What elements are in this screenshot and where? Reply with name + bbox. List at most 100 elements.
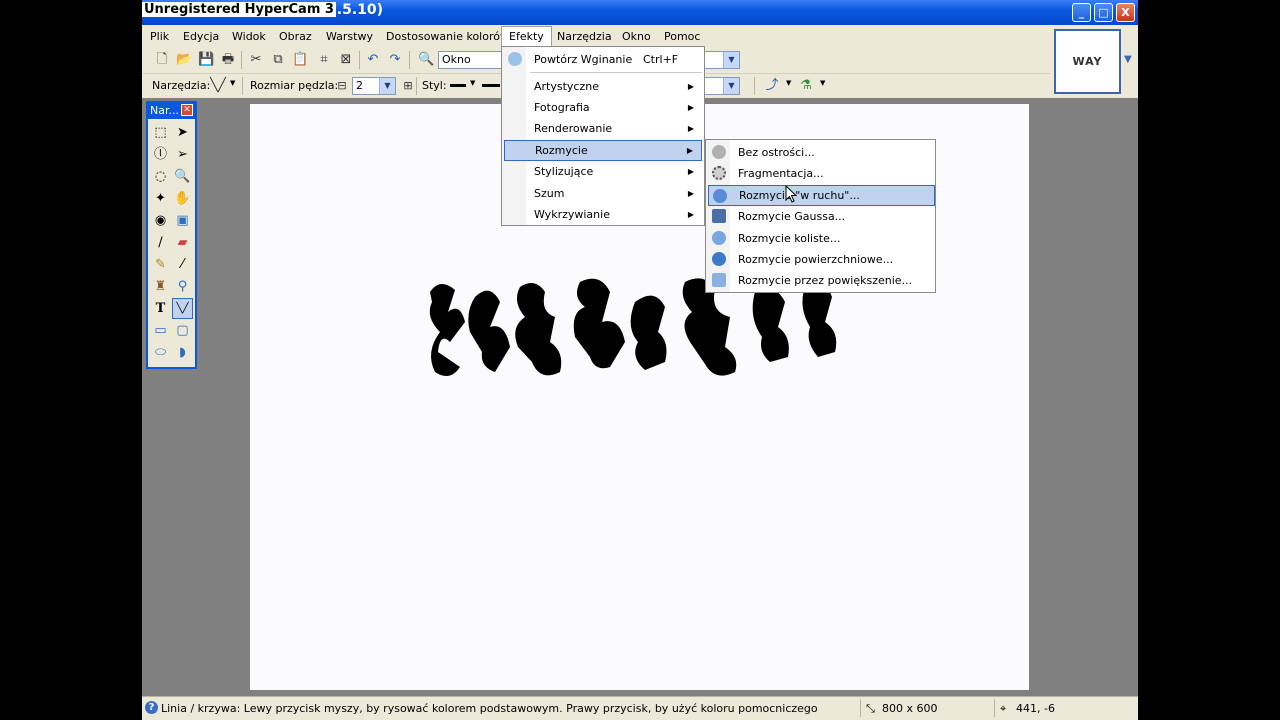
pencil-icon[interactable]: ✎ <box>150 254 171 275</box>
fragment-icon <box>712 166 726 180</box>
menu-okno[interactable]: Okno <box>615 26 658 47</box>
submenu-item-rozmycie-przez-powiekszenie[interactable]: Rozmycie przez powiększenie... <box>708 270 933 291</box>
rectangle-icon[interactable]: ▭ <box>150 320 171 341</box>
submenu-item-fragmentacja[interactable]: Fragmentacja... <box>708 163 933 184</box>
new-file-icon[interactable]: 🗋 <box>154 52 170 68</box>
copy-icon[interactable]: ⧉ <box>270 52 286 68</box>
tools-window: Nar... ✕ ⬚ ➤ ⓛ ➢ ◌ 🔍 ✦ ✋ ◉ ▣ ∕ ▰ ✎ ⁄ ♜ ⚲… <box>146 101 197 369</box>
chevron-right-icon: ▶ <box>687 103 694 112</box>
antialias-flask-icon[interactable]: ⚗ <box>798 78 814 94</box>
cut-icon[interactable]: ✂ <box>248 52 264 68</box>
zoom-select[interactable]: Okno <box>438 51 502 69</box>
move-selection-icon[interactable]: ➤ <box>172 122 193 143</box>
menu-item-label: Rozmycie <box>535 144 588 157</box>
brush-size-input[interactable]: 2 ▼ <box>352 77 396 95</box>
image-thumbnail[interactable]: WAY <box>1054 29 1121 94</box>
save-icon[interactable]: 💾 <box>198 52 214 68</box>
clone-stamp-icon[interactable]: ♜ <box>150 276 171 297</box>
menu-item-renderowanie[interactable]: Renderowanie ▶ <box>504 118 702 139</box>
line-curve-icon[interactable]: ╲╱ <box>210 78 226 94</box>
line-style-icon[interactable] <box>450 84 466 87</box>
menu-warstwy[interactable]: Warstwy <box>319 26 380 47</box>
chevron-down-icon[interactable]: ▼ <box>470 79 475 87</box>
undo-icon[interactable]: ↶ <box>365 52 381 68</box>
menu-item-szum[interactable]: Szum ▶ <box>504 183 702 204</box>
toolbar-separator <box>242 77 243 95</box>
submenu-item-rozmycie-powierzchniowe[interactable]: Rozmycie powierzchniowe... <box>708 249 933 270</box>
print-icon[interactable]: 🖶 <box>220 52 236 68</box>
curve-shape-icon[interactable]: ⤴ <box>764 78 780 94</box>
line-dash-icon[interactable] <box>482 84 500 87</box>
close-button[interactable]: X <box>1116 3 1135 22</box>
unfocus-icon <box>712 145 726 159</box>
chevron-down-icon[interactable]: ▼ <box>723 52 739 68</box>
color-picker-icon[interactable]: ⁄ <box>172 254 193 275</box>
line-curve-icon[interactable]: ╲╱ <box>172 298 193 319</box>
ellipse-icon[interactable]: ⬭ <box>150 342 171 363</box>
menu-obraz[interactable]: Obraz <box>272 26 319 47</box>
gradient-icon[interactable]: ▣ <box>172 210 193 231</box>
chevron-right-icon: ▶ <box>687 210 694 219</box>
chevron-down-icon[interactable]: ▼ <box>1124 54 1132 65</box>
close-icon[interactable]: ✕ <box>181 104 193 116</box>
menu-item-rozmycie[interactable]: Rozmycie ▶ <box>504 140 702 161</box>
move-selected-icon[interactable]: ➢ <box>172 144 193 165</box>
decrease-icon[interactable]: ⊟ <box>334 78 350 94</box>
menu-item-fotografia[interactable]: Fotografia ▶ <box>504 97 702 118</box>
deselect-icon[interactable]: ⊠ <box>338 52 354 68</box>
ellipse-select-icon[interactable]: ◌ <box>150 166 171 187</box>
eraser-icon[interactable]: ▰ <box>172 232 193 253</box>
maximize-button[interactable]: □ <box>1094 3 1113 22</box>
menu-widok[interactable]: Widok <box>225 26 273 47</box>
recolor-icon[interactable]: ⚲ <box>172 276 193 297</box>
zoom-icon[interactable]: 🔍 <box>172 166 193 187</box>
chevron-right-icon: ▶ <box>686 146 693 155</box>
menu-item-label: Rozmycie Gaussa... <box>738 210 846 223</box>
minimize-button[interactable]: _ <box>1072 3 1091 22</box>
text-icon[interactable]: T <box>150 298 171 319</box>
lasso-select-icon[interactable]: ⓛ <box>150 144 171 165</box>
chevron-down-icon[interactable]: ▼ <box>786 79 791 87</box>
menu-efekty[interactable]: Efekty <box>501 26 552 47</box>
units-select[interactable]: ▼ <box>704 51 740 69</box>
submenu-item-rozmycie-koliste[interactable]: Rozmycie koliste... <box>708 228 933 249</box>
menu-item-stylizujace[interactable]: Stylizujące ▶ <box>504 161 702 182</box>
pan-icon[interactable]: ✋ <box>172 188 193 209</box>
paste-icon[interactable]: 📋 <box>292 52 308 68</box>
increase-icon[interactable]: ⊞ <box>400 78 416 94</box>
freeform-shape-icon[interactable]: ◗ <box>172 342 193 363</box>
rectangle-select-icon[interactable]: ⬚ <box>150 122 171 143</box>
zoom-value: Okno <box>442 53 471 66</box>
menu-pomoc[interactable]: Pomoc <box>657 26 707 47</box>
zoom-icon[interactable]: 🔍 <box>418 52 434 68</box>
paintbrush-icon[interactable]: ∕ <box>150 232 171 253</box>
blur-submenu: Bez ostrości... Fragmentacja... Rozmycie… <box>705 139 936 293</box>
menu-plik[interactable]: Plik <box>143 26 176 47</box>
menu-narzedzia[interactable]: Narzędzia <box>550 26 619 47</box>
redo-icon[interactable]: ↷ <box>387 52 403 68</box>
chevron-down-icon[interactable]: ▼ <box>723 78 739 94</box>
submenu-item-rozmycie-gaussa[interactable]: Rozmycie Gaussa... <box>708 206 933 227</box>
tools-window-title-bar[interactable]: Nar... ✕ <box>148 103 195 119</box>
radial-blur-icon <box>712 231 726 245</box>
menu-item-artystyczne[interactable]: Artystyczne ▶ <box>504 76 702 97</box>
rounded-rectangle-icon[interactable]: ▢ <box>172 320 193 341</box>
magic-wand-icon[interactable]: ✦ <box>150 188 171 209</box>
status-separator <box>860 699 861 717</box>
chevron-down-icon[interactable]: ▼ <box>820 79 825 87</box>
submenu-item-rozmycie-w-ruchu[interactable]: Rozmycie "w ruchu"... <box>708 185 935 206</box>
paint-bucket-icon[interactable]: ◉ <box>150 210 171 231</box>
crop-icon[interactable]: ⌗ <box>316 52 332 68</box>
submenu-item-bez-ostrosci[interactable]: Bez ostrości... <box>708 142 933 163</box>
menu-edycja[interactable]: Edycja <box>176 26 226 47</box>
blend-mode-select[interactable]: ▼ <box>704 77 740 95</box>
menu-item-wykrzywianie[interactable]: Wykrzywianie ▶ <box>504 204 702 225</box>
menu-dostosowanie-kolorow[interactable]: Dostosowanie kolorów <box>379 26 516 47</box>
image-size: 800 x 600 <box>882 702 938 715</box>
title-bar[interactable]: Bez tytułu (Paint.NET v3.5.10) Unregiste… <box>142 0 1138 25</box>
chevron-down-icon[interactable]: ▼ <box>379 78 395 94</box>
menu-item-label: Renderowanie <box>534 122 613 135</box>
open-file-icon[interactable]: 📂 <box>176 52 192 68</box>
chevron-down-icon[interactable]: ▼ <box>230 79 235 87</box>
menu-item-repeat[interactable]: Powtórz Wginanie Ctrl+F <box>504 49 702 70</box>
